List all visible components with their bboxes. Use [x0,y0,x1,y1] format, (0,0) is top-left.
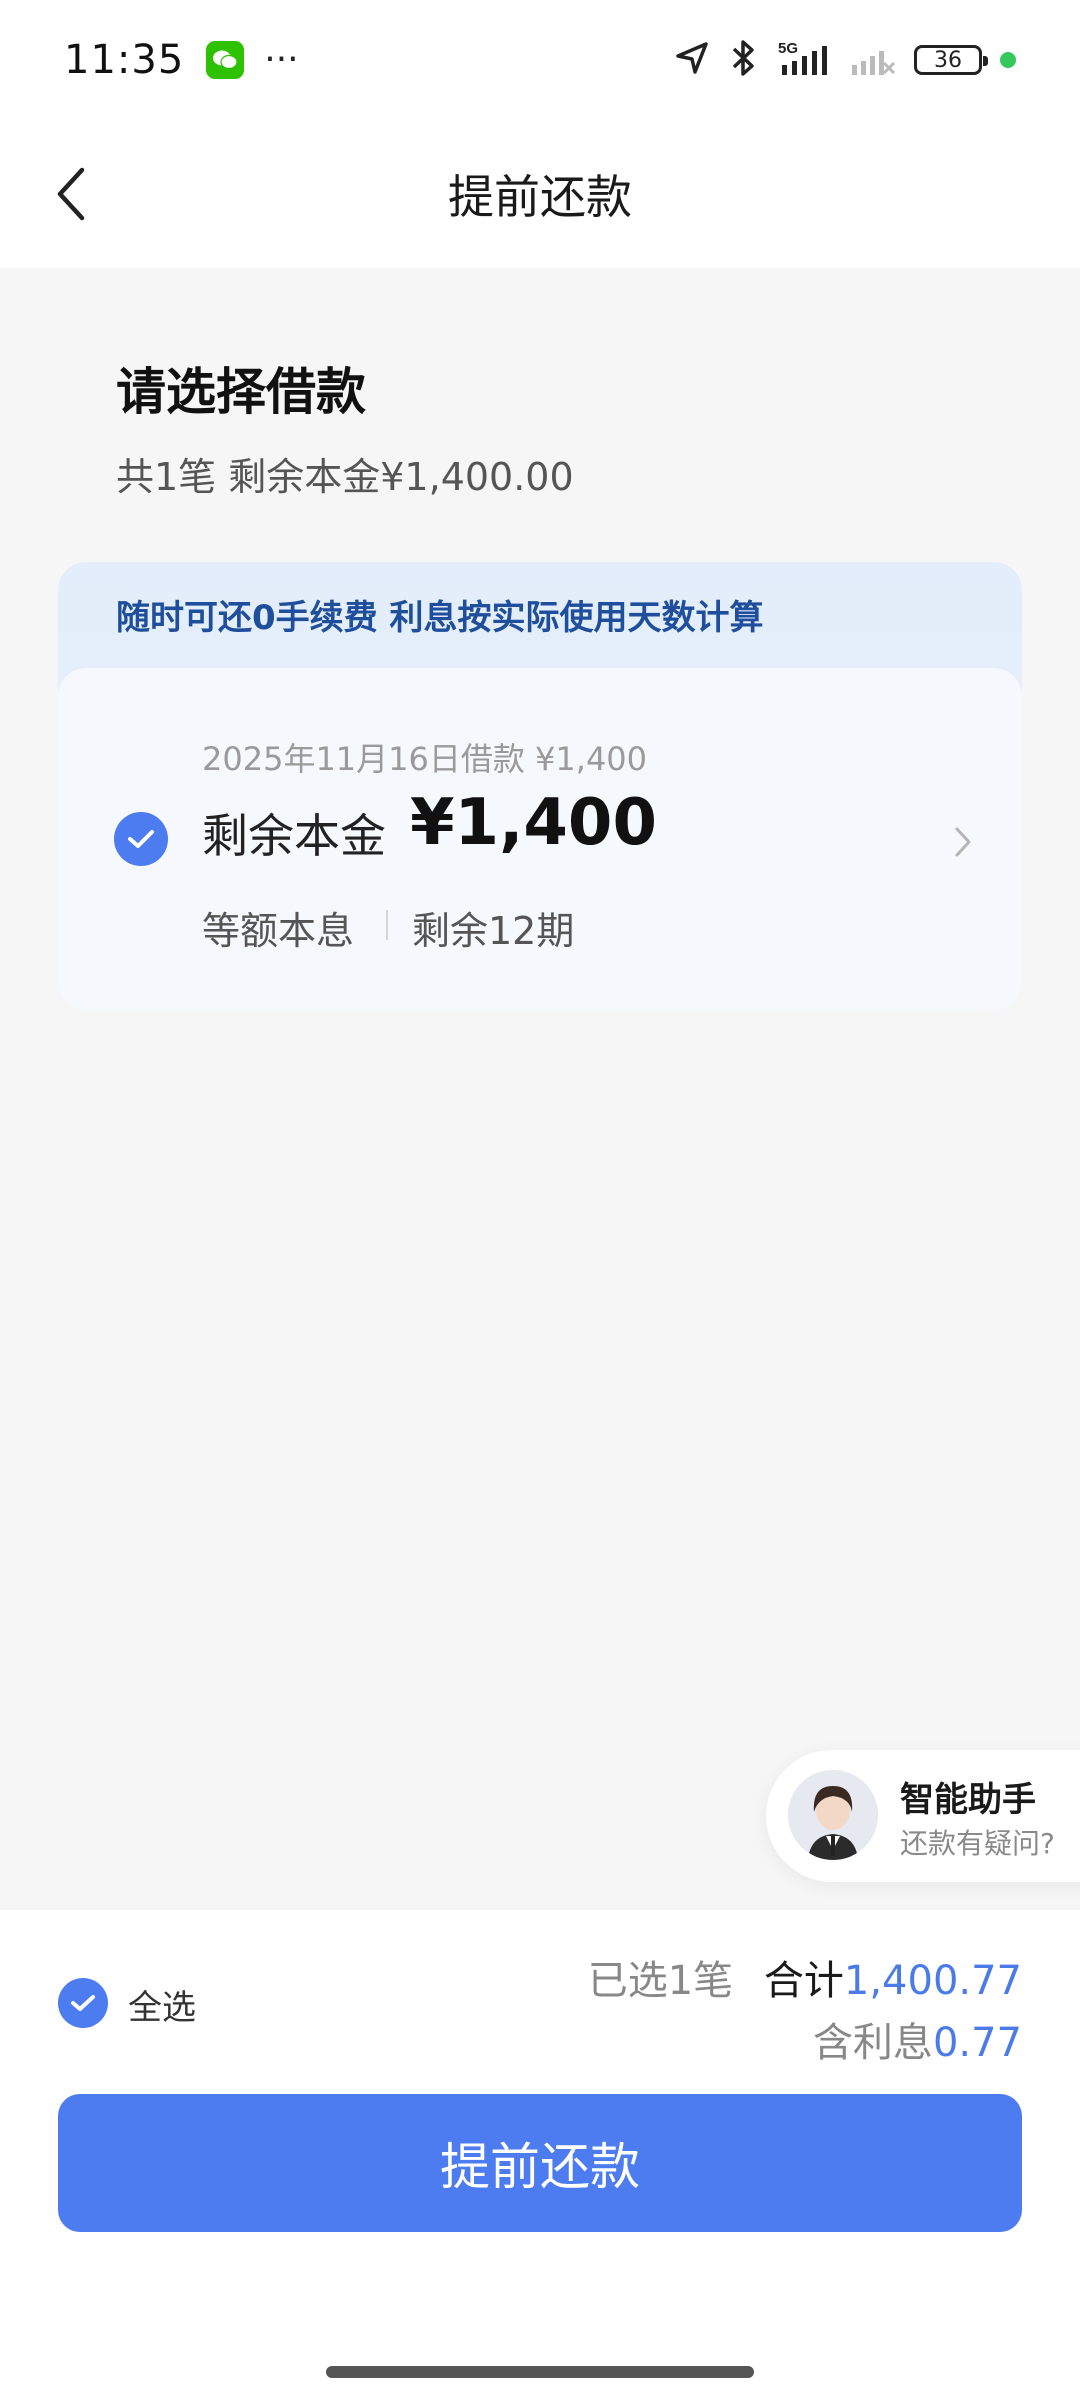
status-icons: 5G 36 [674,39,1016,81]
home-indicator[interactable] [326,2366,754,2378]
principal-amount: ¥1,400 [410,786,657,860]
principal-label: 剩余本金 [202,809,386,863]
check-icon [71,1995,95,2011]
interest-label: 含利息 [812,2020,933,2066]
signal-5g-icon: 5G [776,39,832,81]
privacy-indicator-dot [1000,52,1016,68]
loan-card: 随时可还0手续费 利息按实际使用天数计算 2025年11月16日借款 ¥1,40… [58,562,1022,1010]
status-bar: 11:35 ··· 5G 36 [0,0,1080,120]
nav-bar: 提前还款 [0,120,1080,268]
card-banner: 随时可还0手续费 利息按实际使用天数计算 [116,598,764,638]
check-icon [128,830,154,848]
more-dots-icon: ··· [264,39,299,80]
select-all-checkbox[interactable] [58,1978,108,2028]
assistant-avatar [788,1770,878,1860]
total-label: 合计 [763,1958,844,2004]
chevron-right-icon[interactable] [952,824,974,864]
loan-item[interactable]: 2025年11月16日借款 ¥1,400 剩余本金 ¥1,400 等额本息 剩余… [58,668,1022,1010]
smart-assistant-button[interactable]: 智能助手 还款有疑问? [766,1750,1080,1882]
section-heading: 请选择借款 [116,363,366,421]
status-time: 11:35 [64,37,185,83]
divider [386,910,388,940]
location-arrow-icon [674,40,710,80]
back-button[interactable] [36,158,108,230]
interest-value: 0.77 [932,2020,1022,2066]
total-value: 1,400.77 [843,1958,1022,2004]
loan-checkbox[interactable] [114,812,168,866]
repayment-method: 等额本息 [202,909,355,953]
svg-text:5G: 5G [778,40,798,57]
page-title: 提前还款 [448,170,632,224]
selected-count: 已选1笔 [587,1958,734,2004]
bottom-panel: 全选 已选1笔 合计1,400.77 含利息0.77 提前还款 [0,1910,1080,2400]
interest-summary: 含利息0.77 [813,2010,1022,2068]
bluetooth-icon [728,39,758,81]
early-repayment-button[interactable]: 提前还款 [58,2094,1022,2232]
totals-summary: 已选1笔 合计1,400.77 [588,1948,1022,2006]
loan-summary: 共1笔 剩余本金¥1,400.00 [116,455,574,499]
signal-icon [850,39,896,81]
loan-date: 2025年11月16日借款 ¥1,400 [202,740,648,778]
battery-icon: 36 [914,45,988,75]
assistant-subtitle: 还款有疑问? [900,1827,1055,1860]
select-all-label[interactable]: 全选 [128,1980,196,2029]
chevron-left-icon [57,167,85,221]
remaining-periods: 剩余12期 [412,909,575,953]
assistant-title: 智能助手 [900,1780,1036,1820]
wechat-icon [206,41,245,79]
